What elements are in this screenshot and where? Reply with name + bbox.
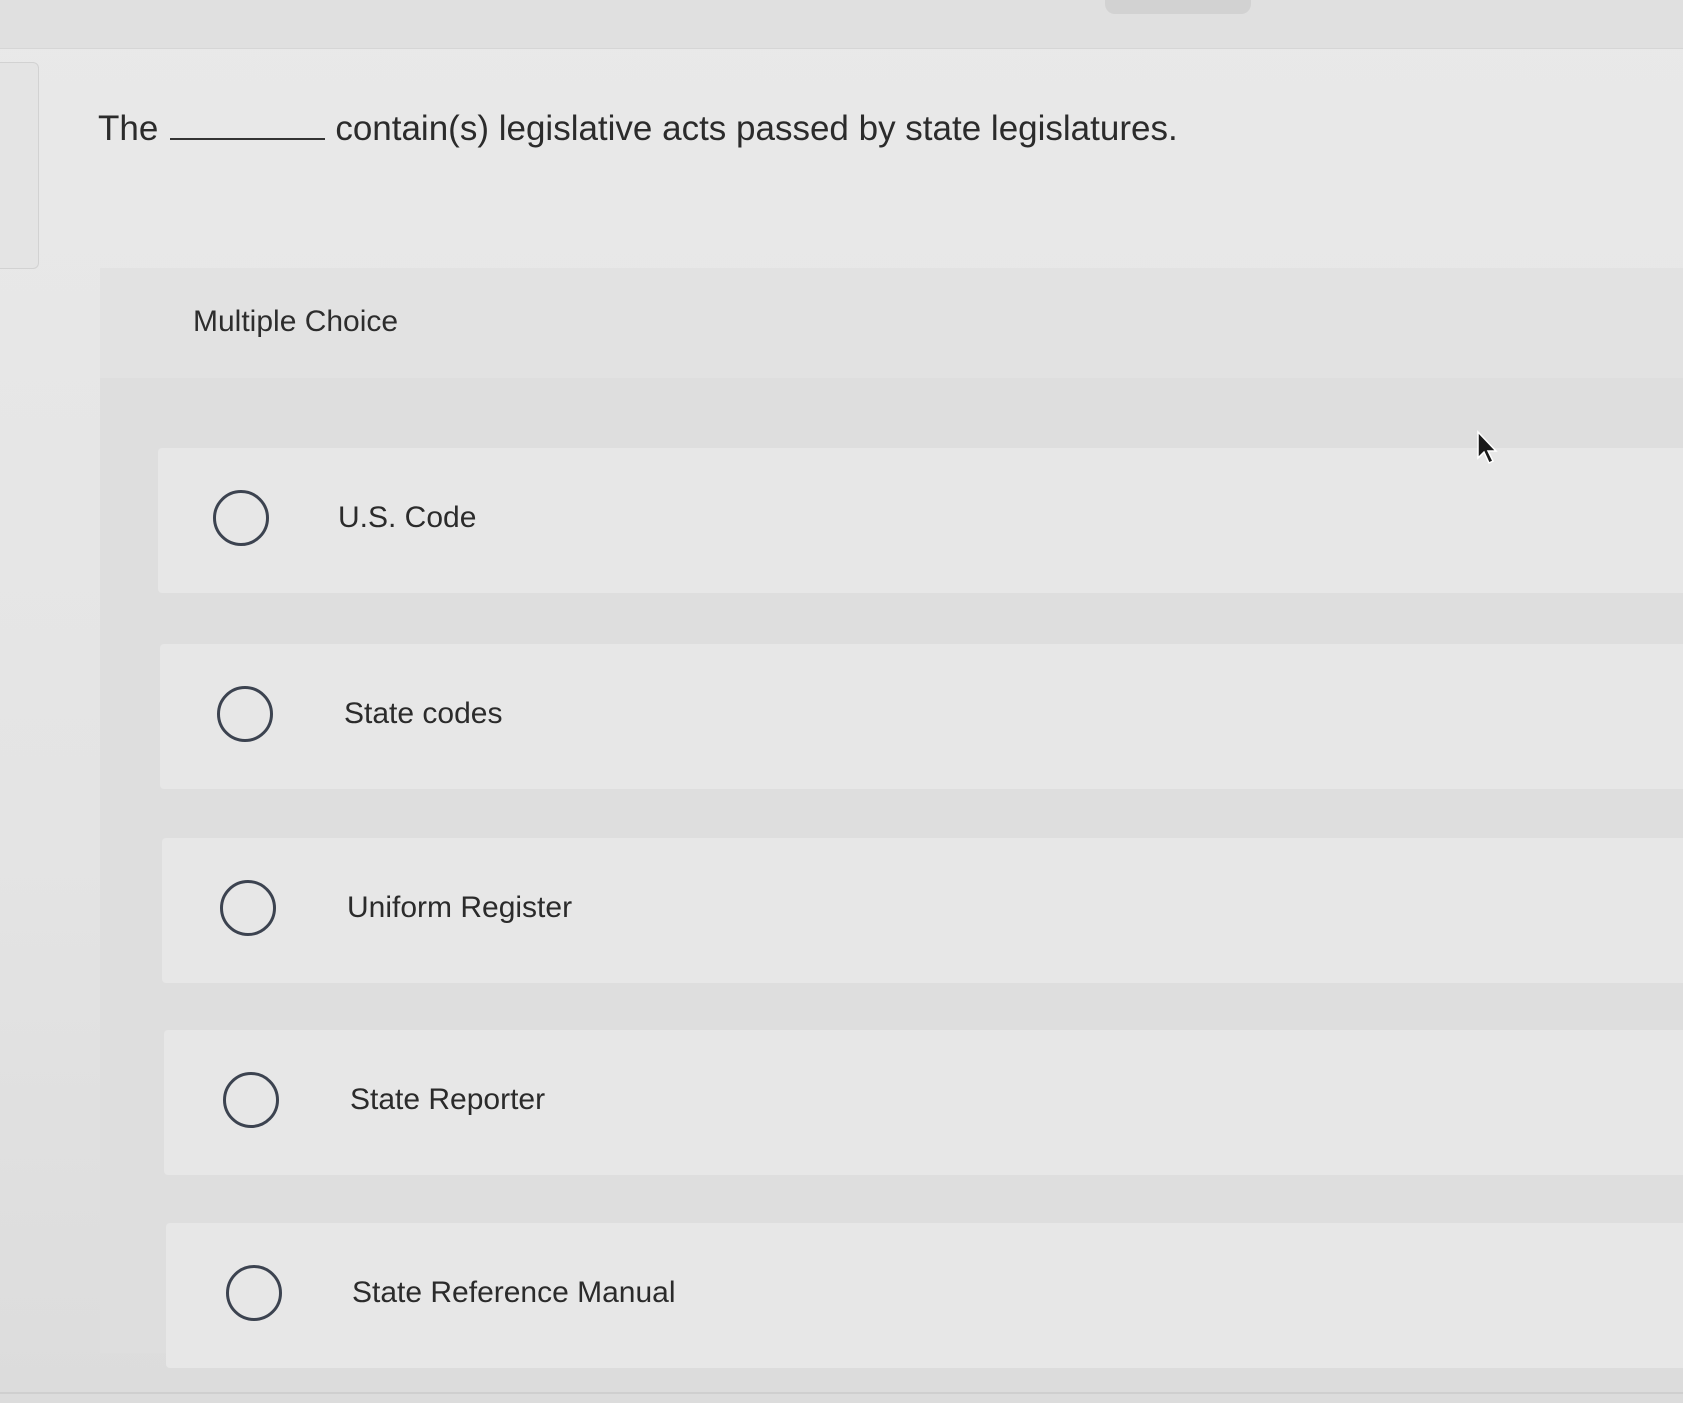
panel-header: Multiple Choice <box>100 268 1683 378</box>
option-us-code[interactable]: U.S. Code <box>158 448 1683 593</box>
option-label: State Reporter <box>350 1083 546 1116</box>
radio-circle-icon[interactable] <box>223 1072 279 1128</box>
option-state-codes[interactable]: State codes <box>160 644 1683 789</box>
option-state-reporter[interactable]: State Reporter <box>164 1030 1683 1175</box>
option-label: Uniform Register <box>347 891 573 924</box>
question-suffix: contain(s) legislative acts passed by st… <box>335 109 1178 148</box>
mouse-pointer-icon <box>1477 430 1498 465</box>
question-text: The contain(s) legislative acts passed by… <box>98 108 1178 150</box>
radio-circle-icon[interactable] <box>226 1265 282 1321</box>
option-label: State Reference Manual <box>352 1276 676 1309</box>
top-toolbar <box>0 0 1683 49</box>
question-type-label: Multiple Choice <box>193 305 399 338</box>
bottom-divider <box>0 1392 1683 1394</box>
option-label: State codes <box>344 697 503 730</box>
radio-circle-icon[interactable] <box>220 880 276 936</box>
radio-circle-icon[interactable] <box>213 490 269 546</box>
screen: The contain(s) legislative acts passed by… <box>0 0 1683 1403</box>
answer-blank <box>170 108 326 140</box>
top-tab[interactable] <box>1105 0 1251 14</box>
question-prefix: The <box>98 109 159 148</box>
option-state-reference-manual[interactable]: State Reference Manual <box>166 1223 1683 1368</box>
option-label: U.S. Code <box>338 501 477 534</box>
left-rail-panel <box>0 62 39 269</box>
option-uniform-register[interactable]: Uniform Register <box>162 838 1683 983</box>
multiple-choice-panel: Multiple Choice U.S. Code State codes Un… <box>100 268 1683 1368</box>
radio-circle-icon[interactable] <box>217 686 273 742</box>
